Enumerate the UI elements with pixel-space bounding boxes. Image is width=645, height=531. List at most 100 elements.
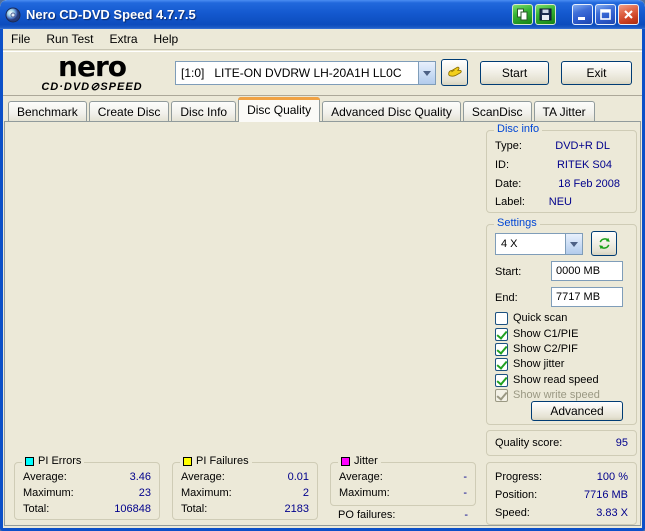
progress-value: 100 % <box>596 471 628 483</box>
quality-score-label: Quality score: <box>495 437 563 449</box>
progress-label: Progress: <box>495 471 543 483</box>
pi-errors-maximum-label: Maximum: <box>23 487 74 499</box>
menu-help[interactable]: Help <box>146 30 187 48</box>
close-button[interactable] <box>618 4 639 25</box>
app-window: Nero CD-DVD Speed 4.7.7.5 File Run Test … <box>0 0 645 531</box>
pi-errors-maximum-value: 23 <box>138 487 151 499</box>
scan-speed-arrow[interactable] <box>565 234 582 254</box>
refresh-icon <box>598 237 610 250</box>
title-bar[interactable]: Nero CD-DVD Speed 4.7.7.5 <box>0 0 645 29</box>
advanced-button[interactable]: Advanced <box>531 401 623 421</box>
checkbox-show-jitter[interactable]: Show jitter <box>495 357 564 371</box>
menu-run-test[interactable]: Run Test <box>38 30 101 48</box>
speed-value: 3.83 X <box>596 507 628 519</box>
start-position-label: Start: <box>495 266 522 278</box>
position-label: Position: <box>495 489 538 501</box>
menu-extra[interactable]: Extra <box>101 30 145 48</box>
maximize-button[interactable] <box>595 4 616 25</box>
maximize-icon <box>600 9 611 20</box>
start-button[interactable]: Start <box>480 61 549 85</box>
checkbox-box[interactable] <box>495 342 508 356</box>
tab-benchmark[interactable]: Benchmark <box>8 101 87 122</box>
pi-errors-total-value: 106848 <box>114 503 151 515</box>
scan-speed-select[interactable]: 4 X <box>495 233 583 255</box>
disc-label-label: Label: <box>495 196 525 208</box>
start-position-input[interactable] <box>551 261 623 281</box>
checkbox-quick-scan[interactable]: Quick scan <box>495 311 567 325</box>
advanced-button-label: Advanced <box>550 404 604 418</box>
checkbox-show-c1-pie[interactable]: Show C1/PIE <box>495 327 578 341</box>
pi-errors-total-label: Total: <box>23 503 50 515</box>
menu-bar: File Run Test Extra Help <box>3 29 642 50</box>
nero-logo-text: nero <box>58 50 127 83</box>
jitter-average-value: - <box>463 471 467 483</box>
scan-speed-value: 4 X <box>501 238 518 250</box>
pi-failures-maximum-label: Maximum: <box>181 487 232 499</box>
po-failures-value: - <box>464 509 468 521</box>
pi-failures-total-label: Total: <box>181 503 208 515</box>
end-position-input[interactable] <box>551 287 623 307</box>
start-button-label: Start <box>501 66 528 80</box>
tab-create-disc[interactable]: Create Disc <box>88 101 170 122</box>
drive-select[interactable]: [1:0] LITE-ON DVDRW LH-20A1H LL0C <box>175 61 436 85</box>
disc-date-label: Date: <box>495 178 522 190</box>
copy-button[interactable] <box>512 4 533 25</box>
disc-date-value: 18 Feb 2008 <box>558 178 620 190</box>
position-value: 7716 MB <box>583 489 628 501</box>
pi-failures-average-value: 0.01 <box>287 471 309 483</box>
checkbox-box[interactable] <box>495 357 508 371</box>
refresh-button[interactable] <box>591 231 617 256</box>
eject-hand-icon <box>448 66 462 77</box>
pi-failures-group: PI Failures Average: 0.01 Maximum: 2 Total… <box>172 455 318 520</box>
chevron-down-icon <box>423 70 431 76</box>
jitter-maximum-value: - <box>463 487 467 499</box>
pi-failures-legend-swatch <box>183 456 192 466</box>
tab-bar: Benchmark Create Disc Disc Info Disc Qua… <box>8 97 638 122</box>
pi-failures-total-value: 2183 <box>284 503 309 515</box>
save-button[interactable] <box>535 4 556 25</box>
jitter-group: Jitter Average: - Maximum: - <box>330 455 476 506</box>
eject-load-button[interactable] <box>441 59 468 86</box>
pi-errors-average-value: 3.46 <box>129 471 151 483</box>
disc-info-group: Disc info Type: DVD+R DL ID: RITEK S04 Dat… <box>486 123 637 213</box>
checkbox-box <box>495 388 508 402</box>
menu-file[interactable]: File <box>3 30 38 48</box>
checkbox-box[interactable] <box>495 311 508 325</box>
jitter-group-title: Jitter <box>338 455 381 467</box>
copy-icon <box>517 8 528 21</box>
window-title: Nero CD-DVD Speed 4.7.7.5 <box>26 7 196 22</box>
exit-button[interactable]: Exit <box>561 61 632 85</box>
settings-group: Settings 4 X Start: End: Quick scan Show… <box>486 217 637 425</box>
checkbox-box[interactable] <box>495 327 508 341</box>
disc-type-value: DVD+R DL <box>555 140 610 152</box>
quality-score-group: Quality score: 95 <box>486 430 637 456</box>
checkbox-show-read-speed[interactable]: Show read speed <box>495 373 599 387</box>
tab-scandisc[interactable]: ScanDisc <box>462 101 532 122</box>
tab-advanced-disc-quality[interactable]: Advanced Disc Quality <box>322 101 461 122</box>
disc-id-label: ID: <box>495 159 510 171</box>
end-position-label: End: <box>495 292 518 304</box>
tab-disc-quality[interactable]: Disc Quality <box>238 97 321 122</box>
po-failures-label: PO failures: <box>338 509 396 521</box>
save-floppy-icon <box>539 8 552 21</box>
checkbox-show-write-speed: Show write speed <box>495 388 600 402</box>
minimize-button[interactable] <box>572 4 593 25</box>
pi-errors-legend-swatch <box>25 456 34 466</box>
checkbox-box[interactable] <box>495 373 508 387</box>
jitter-legend-swatch <box>341 456 350 466</box>
disc-id-value: RITEK S04 <box>556 159 612 171</box>
drive-select-value: [1:0] LITE-ON DVDRW LH-20A1H LL0C <box>181 66 402 80</box>
cdvdspeed-logo-text: CD·DVD⊘SPEED <box>41 81 143 93</box>
pi-failures-maximum-value: 2 <box>302 487 309 499</box>
app-disc-icon <box>5 7 21 22</box>
drive-select-arrow[interactable] <box>418 62 435 84</box>
disc-info-group-title: Disc info <box>494 123 543 135</box>
pi-errors-group: PI Errors Average: 3.46 Maximum: 23 Total:… <box>14 455 160 520</box>
pi-failures-average-label: Average: <box>181 471 225 483</box>
tab-ta-jitter[interactable]: TA Jitter <box>533 101 595 122</box>
checkbox-show-c2-pif[interactable]: Show C2/PIF <box>495 342 578 356</box>
settings-group-title: Settings <box>494 217 540 229</box>
tab-disc-info[interactable]: Disc Info <box>171 101 237 122</box>
nero-logo: nero CD·DVD⊘SPEED <box>17 53 167 93</box>
header-bar: nero CD·DVD⊘SPEED [1:0] LITE-ON DVDRW LH… <box>3 51 642 96</box>
